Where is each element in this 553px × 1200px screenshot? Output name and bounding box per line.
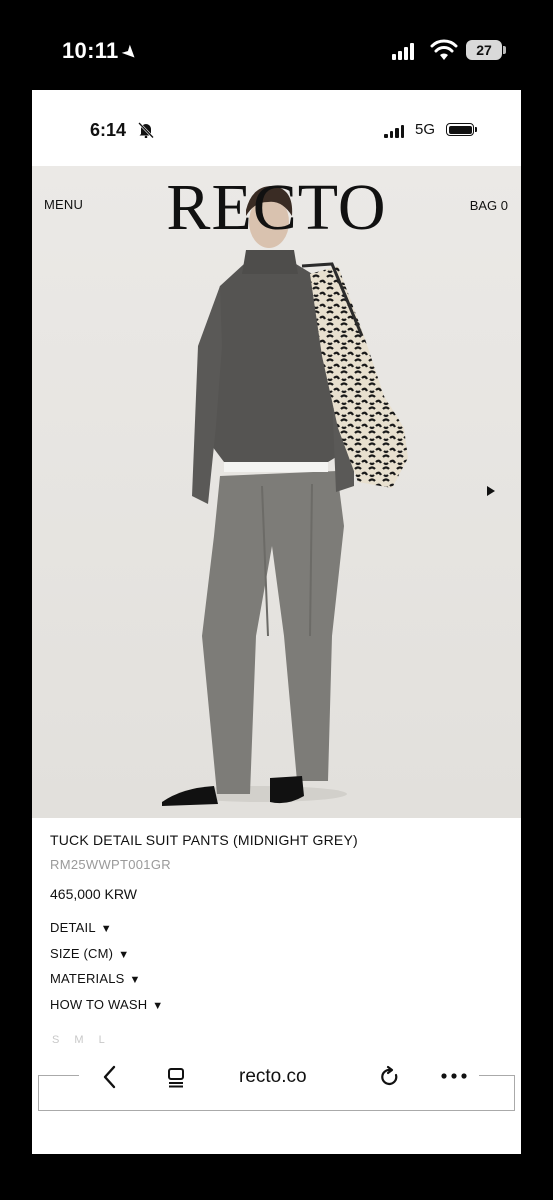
caret-down-icon: ▼ bbox=[129, 974, 141, 986]
accordion-size[interactable]: SIZE (CM) ▼ bbox=[50, 946, 163, 972]
bell-slash-icon bbox=[138, 122, 154, 138]
accordion-detail-label: DETAIL bbox=[50, 920, 96, 935]
reload-icon[interactable] bbox=[379, 1065, 401, 1089]
product-hero-image[interactable]: MENU RECTO BAG 0 bbox=[32, 166, 521, 818]
next-image-arrow-icon[interactable] bbox=[487, 486, 495, 496]
outer-status-bar: 10:11➤ 27 bbox=[0, 0, 553, 90]
browser-toolbar: recto.co bbox=[38, 1065, 515, 1111]
accordion-materials-label: MATERIALS bbox=[50, 971, 125, 986]
cellular-signal-icon bbox=[392, 42, 418, 60]
tabs-icon[interactable] bbox=[166, 1066, 186, 1088]
network-type: 5G bbox=[415, 121, 436, 138]
app-screen: 6:14 5G MENU RECTO BAG 0 TUCK DETAIL SUI… bbox=[32, 90, 521, 1154]
accordion-detail[interactable]: DETAIL ▼ bbox=[50, 920, 163, 946]
product-sku: RM25WWPT001GR bbox=[50, 857, 171, 872]
outer-time-text: 10:11 bbox=[62, 38, 119, 63]
inner-signal-icon bbox=[384, 124, 406, 138]
size-options[interactable]: S M L bbox=[52, 1034, 111, 1046]
product-title: TUCK DETAIL SUIT PANTS (MIDNIGHT GREY) bbox=[50, 832, 358, 848]
location-arrow-icon: ➤ bbox=[118, 42, 140, 65]
accordion-size-label: SIZE (CM) bbox=[50, 945, 114, 961]
outer-clock: 10:11➤ bbox=[62, 38, 140, 64]
wifi-icon bbox=[430, 39, 458, 60]
accordion-how-to-wash[interactable]: HOW TO WASH ▼ bbox=[50, 997, 163, 1023]
accordion-how-to-wash-label: HOW TO WASH bbox=[50, 996, 148, 1012]
product-accordion: DETAIL ▼ SIZE (CM) ▼ MATERIALS ▼ HOW TO WAS… bbox=[50, 920, 163, 1022]
caret-down-icon: ▼ bbox=[152, 999, 164, 1012]
battery-icon: 27 bbox=[466, 40, 506, 60]
model-photo bbox=[32, 166, 521, 818]
caret-down-icon: ▼ bbox=[118, 948, 130, 961]
brand-logo[interactable]: RECTO bbox=[32, 170, 521, 246]
bag-button[interactable]: BAG 0 bbox=[470, 198, 508, 213]
more-icon[interactable] bbox=[441, 1073, 467, 1079]
product-price: 465,000 KRW bbox=[50, 886, 137, 902]
inner-status-bar: 6:14 5G bbox=[32, 90, 521, 166]
inner-battery-icon bbox=[446, 123, 477, 136]
inner-clock: 6:14 bbox=[90, 120, 127, 140]
back-chevron-icon[interactable] bbox=[101, 1064, 119, 1090]
battery-level: 27 bbox=[476, 42, 492, 58]
accordion-materials[interactable]: MATERIALS ▼ bbox=[50, 971, 163, 997]
url-bar[interactable]: recto.co bbox=[239, 1066, 307, 1088]
caret-down-icon: ▼ bbox=[100, 923, 112, 935]
